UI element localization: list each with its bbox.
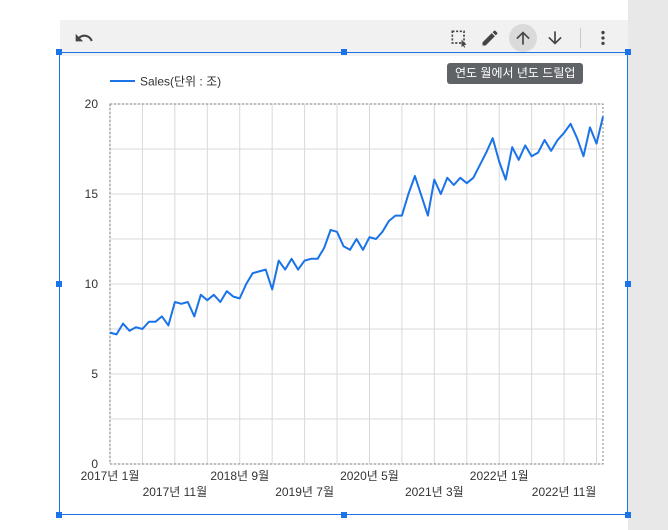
undo-button[interactable]: [70, 24, 98, 52]
undo-icon: [75, 33, 93, 42]
select-region-button[interactable]: [445, 24, 473, 52]
chart-selection-border: [59, 52, 628, 515]
drill-up-tooltip: 연도 월에서 년도 드릴업: [447, 63, 584, 84]
arrow-up-icon: [516, 31, 530, 45]
resize-handle-left[interactable]: [56, 281, 62, 287]
more-options-button[interactable]: [589, 24, 617, 52]
arrow-down-icon: [548, 31, 562, 45]
resize-handle-bottom[interactable]: [341, 512, 347, 518]
resize-handle-right[interactable]: [625, 281, 631, 287]
drill-up-button[interactable]: [509, 24, 537, 52]
pencil-icon: [482, 30, 498, 46]
drill-down-button[interactable]: [541, 24, 569, 52]
resize-handle-top-right[interactable]: [625, 49, 631, 55]
right-panel-gutter: [628, 0, 668, 530]
resize-handle-top-left[interactable]: [56, 49, 62, 55]
resize-handle-bottom-right[interactable]: [625, 512, 631, 518]
resize-handle-top[interactable]: [341, 49, 347, 55]
toolbar-divider: [580, 28, 581, 48]
edit-button[interactable]: [476, 24, 504, 52]
select-region-icon: [451, 30, 467, 48]
more-vert-icon: [601, 30, 605, 46]
resize-handle-bottom-left[interactable]: [56, 512, 62, 518]
